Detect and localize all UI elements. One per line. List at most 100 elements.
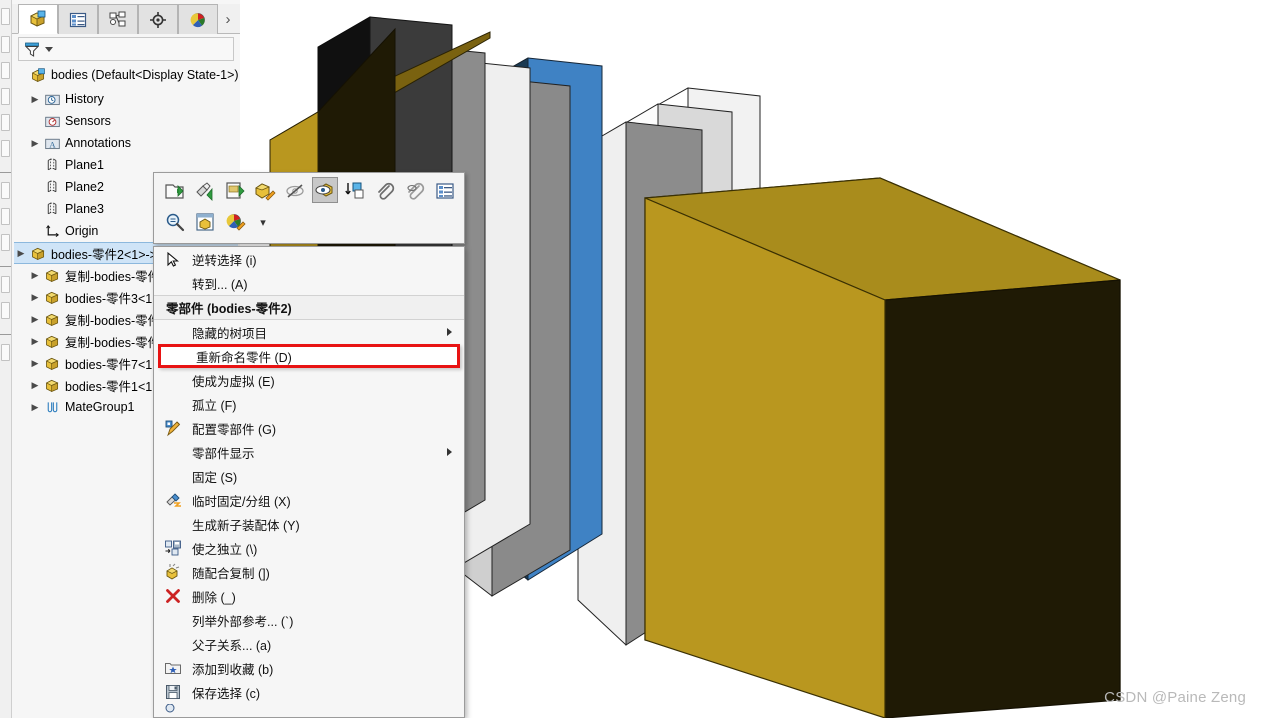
- change-transparency-icon[interactable]: [342, 178, 368, 204]
- tree-expander[interactable]: ▶: [28, 138, 42, 149]
- menu-item-parent-child-relations[interactable]: 父子关系... (a): [154, 632, 464, 656]
- filter-dropdown-caret[interactable]: [45, 46, 53, 52]
- watermark-text: CSDN @Paine Zeng: [1104, 689, 1246, 706]
- left-toolbar-button[interactable]: [1, 62, 10, 79]
- toolbar-dropdown-caret[interactable]: ▾: [250, 209, 276, 235]
- isolate-icon[interactable]: [192, 209, 218, 235]
- left-toolbar-button[interactable]: [1, 182, 10, 199]
- tab-configuration-manager[interactable]: [98, 4, 138, 34]
- tree-item-label: bodies-零件7<1: [65, 357, 153, 372]
- menu-item-label: 逆转选择 (i): [192, 253, 257, 268]
- open-drawing-icon[interactable]: [222, 178, 248, 204]
- left-toolbar-button[interactable]: [1, 344, 10, 361]
- tree-item-sensors[interactable]: Sensors: [28, 110, 111, 132]
- left-toolbar-button[interactable]: [1, 140, 10, 157]
- tree-expander[interactable]: ▶: [28, 94, 42, 105]
- tree-expander[interactable]: ▶: [28, 402, 42, 413]
- menu-item-label: 临时固定/分组 (X): [192, 494, 291, 509]
- submenu-arrow-icon: [447, 448, 452, 456]
- open-part-icon[interactable]: [162, 178, 188, 204]
- hide-component-icon[interactable]: [282, 178, 308, 204]
- menu-item-list-external-refs[interactable]: 列举外部参考... (`): [154, 608, 464, 632]
- tree-item-label: 复制-bodies-零件: [65, 313, 161, 328]
- component-icon: [42, 355, 62, 372]
- left-toolbar-button[interactable]: [1, 276, 10, 293]
- component-icon: [42, 311, 62, 328]
- appearances-palette-icon[interactable]: [222, 209, 248, 235]
- menu-item-delete[interactable]: 删除 (_): [154, 584, 464, 608]
- appearance-brush-icon[interactable]: [192, 178, 218, 204]
- menu-item-rename-part[interactable]: 重新命名零件 (D): [158, 344, 460, 368]
- tree-expander[interactable]: ▶: [14, 248, 28, 259]
- left-toolbar-button[interactable]: [1, 36, 10, 53]
- zoom-to-selection-icon[interactable]: [162, 209, 188, 235]
- suppress-paperclip-icon[interactable]: [372, 178, 398, 204]
- menu-item-make-independent[interactable]: 使之独立 (\): [154, 536, 464, 560]
- tree-expander[interactable]: ▶: [28, 270, 42, 281]
- tab-dimxpert-manager[interactable]: [138, 4, 178, 34]
- tree-item-component[interactable]: ▶ 复制-bodies-零件: [28, 264, 160, 286]
- tree-filter-bar[interactable]: [18, 37, 234, 61]
- menu-item-invert-selection[interactable]: 逆转选择 (i): [154, 247, 464, 271]
- tree-expander[interactable]: ▶: [28, 358, 42, 369]
- tree-item-plane2[interactable]: Plane2: [28, 176, 104, 198]
- menu-item-label: 使成为虚拟 (E): [192, 374, 275, 389]
- component-context-menu: 逆转选择 (i) 转到... (A) 零部件 (bodies-零件2) 隐藏的树…: [153, 246, 465, 718]
- menu-item-copy-with-mates[interactable]: 随配合复制 (]): [154, 560, 464, 584]
- tree-root-node[interactable]: bodies (Default<Display State-1>): [14, 64, 239, 86]
- menu-item-add-to-favorites[interactable]: 添加到收藏 (b): [154, 656, 464, 680]
- menu-item-make-virtual[interactable]: 使成为虚拟 (E): [154, 368, 464, 392]
- tree-item-plane1[interactable]: Plane1: [28, 154, 104, 176]
- menu-item-save-selection[interactable]: 保存选择 (c): [154, 680, 464, 704]
- left-toolbar-button[interactable]: [1, 88, 10, 105]
- tree-item-mategroup[interactable]: ▶ MateGroup1: [28, 396, 135, 418]
- tree-item-component[interactable]: ▶ bodies-零件7<1: [28, 352, 152, 374]
- tree-item-component[interactable]: ▶ 复制-bodies-零件: [28, 330, 160, 352]
- tree-item-component[interactable]: ▶ bodies-零件3<1: [28, 286, 152, 308]
- tree-item-plane3[interactable]: Plane3: [28, 198, 104, 220]
- menu-item-temporary-fix-group[interactable]: 临时固定/分组 (X): [154, 488, 464, 512]
- left-toolbar-button[interactable]: [1, 302, 10, 319]
- tree-expander[interactable]: ▶: [28, 292, 42, 303]
- mategroup-icon: [42, 399, 62, 416]
- float-paperclip-icon[interactable]: [402, 178, 428, 204]
- tree-item-component[interactable]: ▶ 复制-bodies-零件: [28, 308, 160, 330]
- tabs-more-button[interactable]: ›: [218, 4, 238, 34]
- tab-display-manager[interactable]: [178, 4, 218, 34]
- menu-item-form-new-subassembly[interactable]: 生成新子装配体 (Y): [154, 512, 464, 536]
- tab-feature-manager[interactable]: [18, 4, 58, 34]
- menu-item-isolate[interactable]: 孤立 (F): [154, 392, 464, 416]
- tree-item-label: Plane1: [65, 158, 104, 172]
- left-toolbar-button[interactable]: [1, 114, 10, 131]
- tree-expander[interactable]: ▶: [28, 380, 42, 391]
- tree-item-annotations[interactable]: ▶ A Annotations: [28, 132, 132, 154]
- make-independent-icon: [160, 539, 186, 557]
- edit-part-icon[interactable]: [252, 178, 278, 204]
- gold-block-body: [644, 177, 1121, 718]
- tree-item-label: Plane2: [65, 180, 104, 194]
- menu-item-partial-cutoff[interactable]: [154, 704, 464, 716]
- tree-item-origin[interactable]: Origin: [28, 220, 98, 242]
- left-toolbar-button[interactable]: [1, 208, 10, 225]
- menu-item-fix[interactable]: 固定 (S): [154, 464, 464, 488]
- tree-item-label: Plane3: [65, 202, 104, 216]
- menu-item-label: 删除 (_): [192, 590, 236, 605]
- component-properties-icon[interactable]: [432, 178, 458, 204]
- menu-item-go-to[interactable]: 转到... (A): [154, 271, 464, 295]
- left-toolbar-button[interactable]: [1, 8, 10, 25]
- tree-item-history[interactable]: ▶ History: [28, 88, 104, 110]
- menu-item-configure-component[interactable]: 配置零部件 (G): [154, 416, 464, 440]
- assembly-icon: [28, 67, 48, 84]
- sensors-icon: [42, 113, 62, 130]
- tree-item-label: 复制-bodies-零件: [65, 269, 161, 284]
- left-toolbar-button[interactable]: [1, 234, 10, 251]
- menu-item-label: 保存选择 (c): [192, 686, 261, 701]
- menu-item-label: 零部件显示: [192, 446, 255, 461]
- tree-item-component[interactable]: ▶ bodies-零件1<1: [28, 374, 152, 396]
- tree-expander[interactable]: ▶: [28, 336, 42, 347]
- show-component-icon[interactable]: [312, 177, 338, 203]
- tab-property-manager[interactable]: [58, 4, 98, 34]
- tree-expander[interactable]: ▶: [28, 314, 42, 325]
- menu-item-component-display[interactable]: 零部件显示: [154, 440, 464, 464]
- menu-item-hidden-tree-items[interactable]: 隐藏的树项目: [154, 320, 464, 344]
